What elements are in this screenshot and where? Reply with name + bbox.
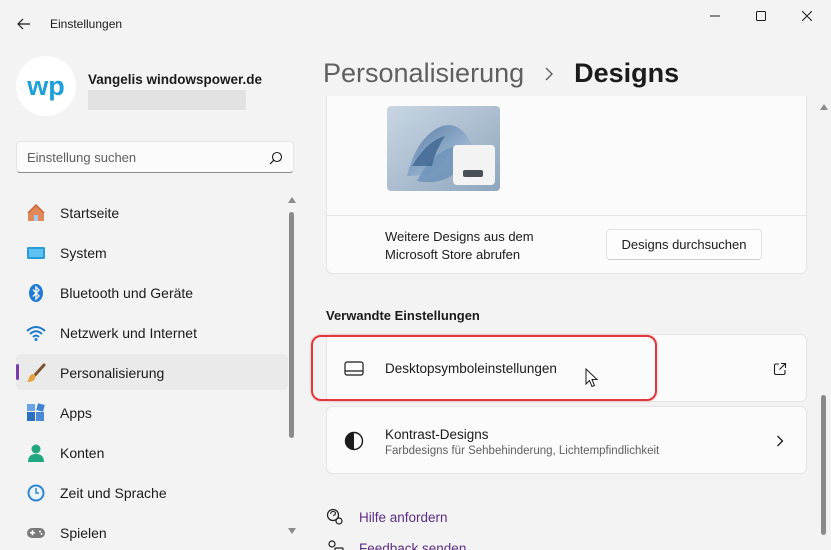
help-link-row[interactable]: Hilfe anfordern	[326, 508, 448, 526]
sidebar-item-label: System	[60, 245, 107, 261]
svg-text:wp: wp	[26, 71, 65, 101]
mouse-cursor-icon	[585, 368, 599, 388]
breadcrumb: Personalisierung Designs	[323, 58, 679, 89]
scroll-up-icon[interactable]	[820, 104, 828, 110]
sidebar-scrollbar[interactable]	[288, 194, 296, 540]
external-link-icon	[772, 361, 788, 377]
avatar-logo: wp	[16, 56, 76, 116]
sidebar-item-apps[interactable]: Apps	[16, 394, 288, 430]
sidebar-item-spielen[interactable]: Spielen	[16, 514, 288, 550]
maximize-icon	[756, 11, 766, 21]
page-title: Designs	[574, 58, 680, 88]
gamepad-icon	[26, 523, 46, 543]
bluetooth-icon	[26, 283, 46, 303]
help-icon	[326, 508, 344, 526]
chevron-right-icon	[772, 433, 788, 449]
close-icon	[802, 11, 812, 21]
feedback-link-row[interactable]: Feedback senden	[326, 540, 466, 550]
sidebar-item-zeit[interactable]: Zeit und Sprache	[16, 474, 288, 510]
minimize-button[interactable]	[692, 2, 738, 30]
brush-icon	[26, 363, 46, 383]
maximize-button[interactable]	[738, 2, 784, 30]
chevron-right-icon	[540, 65, 558, 83]
sidebar-item-label: Zeit und Sprache	[60, 485, 167, 501]
theme-thumbnail[interactable]	[387, 106, 500, 191]
themes-card: Weitere Designs aus dem Microsoft Store …	[326, 96, 807, 274]
desktop-icons-label: Desktopsymboleinstellungen	[385, 361, 557, 376]
main-scroll-thumb[interactable]	[821, 395, 826, 535]
sidebar-item-startseite[interactable]: Startseite	[16, 194, 288, 230]
sidebar-item-label: Apps	[60, 405, 92, 421]
divider	[327, 215, 806, 216]
feedback-icon	[326, 540, 344, 550]
profile-email-redacted	[88, 90, 246, 110]
contrast-icon	[344, 431, 364, 451]
home-icon	[26, 203, 46, 223]
sidebar-item-label: Bluetooth und Geräte	[60, 285, 194, 301]
sidebar-scroll-thumb[interactable]	[289, 212, 294, 438]
sidebar-item-label: Startseite	[60, 205, 120, 221]
sidebar-nav: Startseite System Bluetooth und Geräte N…	[16, 194, 288, 550]
clock-icon	[26, 483, 46, 503]
browse-designs-button[interactable]: Designs durchsuchen	[606, 229, 762, 260]
monitor-icon	[344, 359, 364, 379]
scroll-down-icon[interactable]	[288, 528, 296, 534]
sidebar-item-network[interactable]: Netzwerk und Internet	[16, 314, 288, 350]
section-title-related: Verwandte Einstellungen	[326, 308, 480, 323]
breadcrumb-parent[interactable]: Personalisierung	[323, 58, 524, 89]
search-icon[interactable]	[269, 151, 283, 165]
contrast-sublabel: Farbdesigns für Sehbehinderung, Lichtemp…	[385, 445, 660, 457]
sidebar-item-personalisierung[interactable]: Personalisierung	[16, 354, 288, 390]
help-link[interactable]: Hilfe anfordern	[359, 510, 448, 525]
main-scrollbar[interactable]	[820, 100, 828, 545]
sidebar-item-system[interactable]: System	[16, 234, 288, 270]
title-bar: Einstellungen	[0, 0, 831, 48]
minimize-icon	[710, 15, 720, 17]
contrast-designs-row[interactable]: Kontrast-Designs Farbdesigns für Sehbehi…	[326, 406, 807, 474]
back-button[interactable]	[12, 12, 36, 36]
window-title: Einstellungen	[50, 17, 123, 31]
scroll-up-icon[interactable]	[288, 197, 296, 203]
sidebar-item-label: Netzwerk und Internet	[60, 325, 197, 341]
feedback-link[interactable]: Feedback senden	[359, 541, 466, 550]
contrast-label: Kontrast-Designs	[385, 427, 489, 442]
wifi-icon	[26, 323, 46, 343]
sidebar-item-label: Spielen	[60, 525, 107, 541]
avatar[interactable]: wp	[16, 56, 76, 116]
sidebar-item-label: Personalisierung	[60, 365, 165, 381]
sidebar-item-label: Konten	[60, 445, 105, 461]
store-designs-text: Weitere Designs aus dem Microsoft Store …	[385, 229, 534, 262]
arrow-left-icon	[17, 18, 30, 30]
sidebar-item-konten[interactable]: Konten	[16, 434, 288, 470]
search-input[interactable]	[17, 142, 257, 172]
desktop-icons-settings-row[interactable]: Desktopsymboleinstellungen	[326, 334, 807, 402]
apps-icon	[26, 403, 46, 423]
account-icon	[26, 443, 46, 463]
search-box[interactable]	[16, 141, 294, 173]
sidebar-item-bluetooth[interactable]: Bluetooth und Geräte	[16, 274, 288, 310]
profile-name: Vangelis windowspower.de	[88, 72, 263, 87]
close-button[interactable]	[784, 2, 830, 30]
system-icon	[26, 243, 46, 263]
